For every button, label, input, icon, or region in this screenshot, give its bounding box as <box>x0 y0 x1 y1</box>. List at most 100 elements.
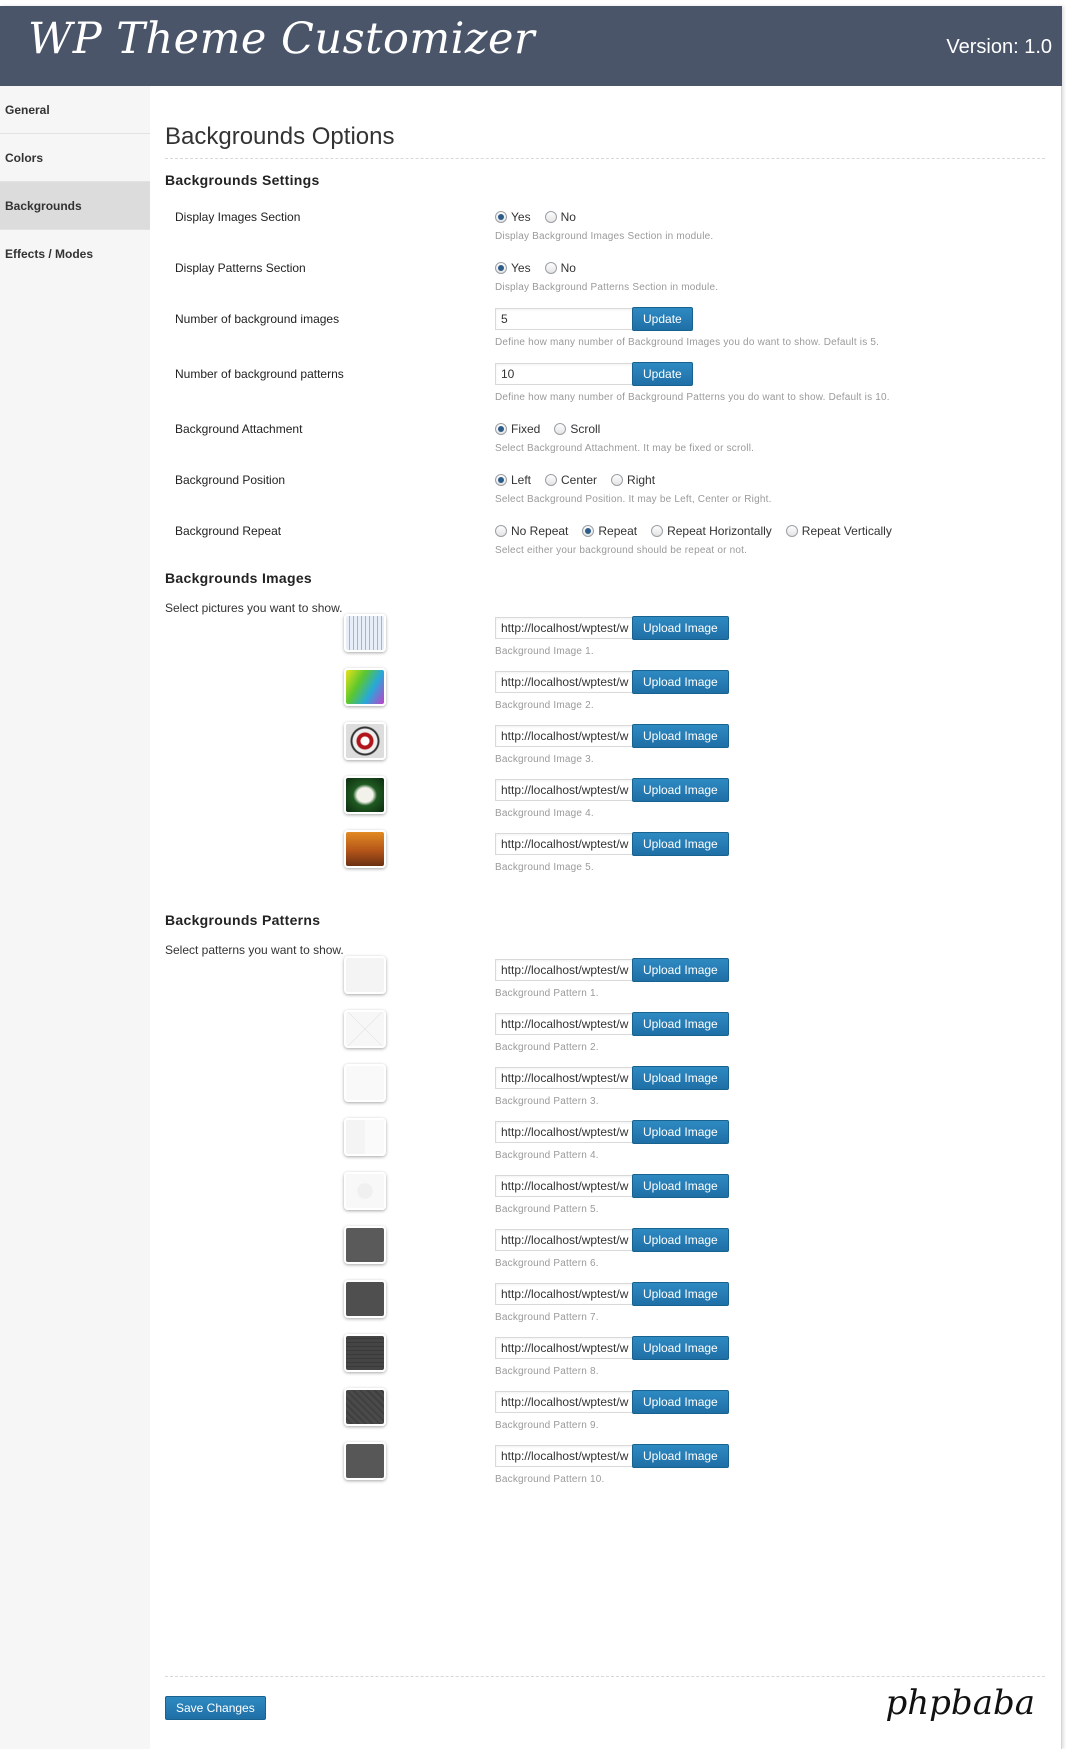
pattern-caption-6: Background Pattern 6. <box>495 1258 599 1269</box>
pattern-thumb-3[interactable] <box>344 1064 386 1102</box>
divider <box>165 158 1045 159</box>
num-patterns-hint: Define how many number of Background Pat… <box>495 392 890 403</box>
pattern-thumb-8[interactable] <box>344 1334 386 1372</box>
pattern-url-input-7[interactable]: http://localhost/wptest/w <box>495 1283 632 1305</box>
num-images-label: Number of background images <box>175 312 340 326</box>
pattern-thumb-7[interactable] <box>344 1280 386 1318</box>
pattern-url-input-5[interactable]: http://localhost/wptest/w <box>495 1175 632 1197</box>
attachment-control: Fixed Scroll Select Background Attachmen… <box>495 421 754 454</box>
pattern-thumb-1[interactable] <box>344 956 386 994</box>
pattern-url-input-2[interactable]: http://localhost/wptest/w <box>495 1013 632 1035</box>
repeat-repeat-radio[interactable]: Repeat <box>582 524 637 538</box>
pattern-thumb-9[interactable] <box>344 1388 386 1426</box>
pattern-upload-button-1[interactable]: Upload Image <box>632 958 729 982</box>
pattern-caption-10: Background Pattern 10. <box>495 1474 605 1485</box>
attachment-fixed-radio[interactable]: Fixed <box>495 422 540 436</box>
image-upload-button-4[interactable]: Upload Image <box>632 778 729 802</box>
pattern-thumb-10[interactable] <box>344 1442 386 1480</box>
pattern-upload-button-5[interactable]: Upload Image <box>632 1174 729 1198</box>
position-control: Left Center Right Select Background Posi… <box>495 472 772 505</box>
num-patterns-update-button[interactable]: Update <box>632 362 693 386</box>
pattern-upload-button-2[interactable]: Upload Image <box>632 1012 729 1036</box>
pattern-caption-5: Background Pattern 5. <box>495 1204 599 1215</box>
image-url-input-5[interactable]: http://localhost/wptest/w <box>495 833 632 855</box>
pattern-url-input-8[interactable]: http://localhost/wptest/w <box>495 1337 632 1359</box>
image-thumb-2[interactable] <box>344 668 386 706</box>
attachment-label: Background Attachment <box>175 422 303 436</box>
pattern-thumb-5[interactable] <box>344 1172 386 1210</box>
position-center-radio[interactable]: Center <box>545 473 597 487</box>
pattern-url-input-6[interactable]: http://localhost/wptest/w <box>495 1229 632 1251</box>
pattern-url-input-9[interactable]: http://localhost/wptest/w <box>495 1391 632 1413</box>
images-section-desc: Select pictures you want to show. <box>165 601 343 615</box>
image-upload-button-2[interactable]: Upload Image <box>632 670 729 694</box>
sidebar-item-effects-modes[interactable]: Effects / Modes <box>0 230 150 278</box>
display-images-yes-radio[interactable]: Yes <box>495 210 531 224</box>
display-patterns-yes-radio[interactable]: Yes <box>495 261 531 275</box>
pattern-row-2: http://localhost/wptest/w Upload Image B… <box>495 1012 729 1053</box>
patterns-section-desc: Select patterns you want to show. <box>165 943 344 957</box>
image-row-3: http://localhost/wptest/w Upload Image B… <box>495 724 729 765</box>
image-row-1: http://localhost/wptest/w Upload Image B… <box>495 616 729 657</box>
sidebar-item-colors[interactable]: Colors <box>0 134 150 182</box>
pattern-caption-9: Background Pattern 9. <box>495 1420 599 1431</box>
image-row-5: http://localhost/wptest/w Upload Image B… <box>495 832 729 873</box>
repeat-vertically-radio[interactable]: Repeat Vertically <box>785 524 892 538</box>
image-thumb-4[interactable] <box>344 776 386 814</box>
pattern-thumb-2[interactable] <box>344 1010 386 1048</box>
num-patterns-input[interactable]: 10 <box>495 363 632 385</box>
display-images-control: Yes No Display Background Images Section… <box>495 209 713 242</box>
attachment-scroll-radio[interactable]: Scroll <box>554 422 600 436</box>
image-thumb-5[interactable] <box>344 830 386 868</box>
section-title-settings: Backgrounds Settings <box>165 172 320 188</box>
image-thumb-1[interactable] <box>344 614 386 652</box>
pattern-url-input-10[interactable]: http://localhost/wptest/w <box>495 1445 632 1467</box>
pattern-url-input-3[interactable]: http://localhost/wptest/w <box>495 1067 632 1089</box>
num-images-input[interactable]: 5 <box>495 308 632 330</box>
repeat-horizontally-radio[interactable]: Repeat Horizontally <box>651 524 772 538</box>
image-url-input-2[interactable]: http://localhost/wptest/w <box>495 671 632 693</box>
pattern-upload-button-8[interactable]: Upload Image <box>632 1336 729 1360</box>
image-upload-button-5[interactable]: Upload Image <box>632 832 729 856</box>
pattern-url-input-1[interactable]: http://localhost/wptest/w <box>495 959 632 981</box>
image-upload-button-3[interactable]: Upload Image <box>632 724 729 748</box>
num-images-control: 5 Update Define how many number of Backg… <box>495 307 879 348</box>
repeat-control: No Repeat Repeat Repeat Horizontally Rep… <box>495 523 906 556</box>
image-thumb-3[interactable] <box>344 722 386 760</box>
pattern-caption-8: Background Pattern 8. <box>495 1366 599 1377</box>
image-url-input-1[interactable]: http://localhost/wptest/w <box>495 617 632 639</box>
sidebar-item-general[interactable]: General <box>0 86 150 134</box>
display-images-hint: Display Background Images Section in mod… <box>495 231 714 242</box>
sidebar-item-backgrounds[interactable]: Backgrounds <box>0 182 150 230</box>
position-right-radio[interactable]: Right <box>611 473 655 487</box>
pattern-caption-7: Background Pattern 7. <box>495 1312 599 1323</box>
pattern-row-6: http://localhost/wptest/w Upload Image B… <box>495 1228 729 1269</box>
brand-logo: phpbaba <box>885 1683 1036 1723</box>
save-changes-button[interactable]: Save Changes <box>165 1696 266 1720</box>
section-title-patterns: Backgrounds Patterns <box>165 912 321 928</box>
pattern-upload-button-10[interactable]: Upload Image <box>632 1444 729 1468</box>
image-url-input-4[interactable]: http://localhost/wptest/w <box>495 779 632 801</box>
pattern-upload-button-4[interactable]: Upload Image <box>632 1120 729 1144</box>
image-url-input-3[interactable]: http://localhost/wptest/w <box>495 725 632 747</box>
pattern-row-9: http://localhost/wptest/w Upload Image B… <box>495 1390 729 1431</box>
display-images-no-radio[interactable]: No <box>544 210 576 224</box>
pattern-upload-button-9[interactable]: Upload Image <box>632 1390 729 1414</box>
pattern-upload-button-3[interactable]: Upload Image <box>632 1066 729 1090</box>
pattern-url-input-4[interactable]: http://localhost/wptest/w <box>495 1121 632 1143</box>
position-left-radio[interactable]: Left <box>495 473 531 487</box>
num-images-hint: Define how many number of Background Ima… <box>495 337 880 348</box>
pattern-upload-button-7[interactable]: Upload Image <box>632 1282 729 1306</box>
num-images-update-button[interactable]: Update <box>632 307 693 331</box>
image-upload-button-1[interactable]: Upload Image <box>632 616 729 640</box>
pattern-row-3: http://localhost/wptest/w Upload Image B… <box>495 1066 729 1107</box>
pattern-upload-button-6[interactable]: Upload Image <box>632 1228 729 1252</box>
repeat-hint: Select either your background should be … <box>495 545 748 556</box>
position-hint: Select Background Position. It may be Le… <box>495 494 772 505</box>
pattern-thumb-4[interactable] <box>344 1118 386 1156</box>
image-caption-3: Background Image 3. <box>495 754 594 765</box>
display-patterns-no-radio[interactable]: No <box>544 261 576 275</box>
num-patterns-control: 10 Update Define how many number of Back… <box>495 362 890 403</box>
pattern-thumb-6[interactable] <box>344 1226 386 1264</box>
repeat-no-repeat-radio[interactable]: No Repeat <box>495 524 568 538</box>
